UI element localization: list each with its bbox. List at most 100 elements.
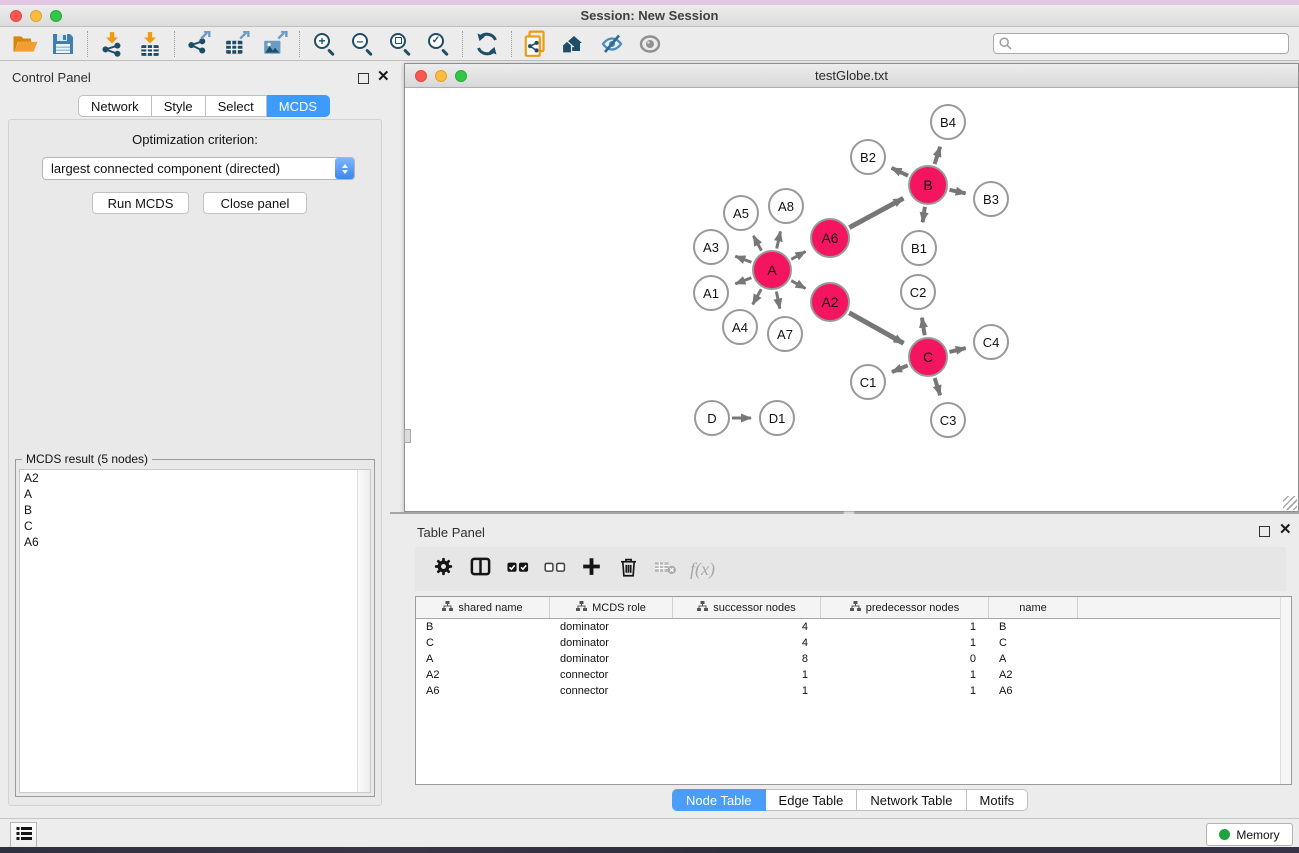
save-session-button[interactable] xyxy=(44,29,82,59)
graph-edge-A-A8[interactable] xyxy=(777,231,781,248)
graph-node-A7[interactable]: A7 xyxy=(767,316,803,352)
network-canvas[interactable]: A A1 A2 A3 A4 A5 A6 A7 A8 B B1 B2 B3 B4 C C1 C2 C3 C4 D D1 xyxy=(405,89,1298,511)
column-header-successor-nodes[interactable]: successor nodes xyxy=(673,597,821,618)
run-mcds-button[interactable]: Run MCDS xyxy=(92,192,189,214)
function-builder-button[interactable]: f(x) xyxy=(690,559,715,580)
node-table[interactable]: shared nameMCDS rolesuccessor nodesprede… xyxy=(415,596,1292,785)
graph-node-A1[interactable]: A1 xyxy=(693,275,729,311)
graph-edge-A-A6[interactable] xyxy=(791,252,805,260)
split-columns-button[interactable] xyxy=(462,551,499,587)
import-table-button[interactable] xyxy=(131,29,169,59)
hide-graphics-details-button[interactable] xyxy=(593,29,631,59)
table-row[interactable]: Cdominator41C xyxy=(416,635,1291,651)
open-session-button[interactable] xyxy=(6,29,44,59)
refresh-layout-button[interactable] xyxy=(468,29,506,59)
import-network-button[interactable] xyxy=(93,29,131,59)
graph-node-A4[interactable]: A4 xyxy=(722,309,758,345)
graph-edge-B-B4[interactable] xyxy=(935,147,940,164)
graph-node-C4[interactable]: C4 xyxy=(973,324,1009,360)
mcds-result-item[interactable]: C xyxy=(20,518,370,534)
criterion-dropdown[interactable]: largest connected component (directed) xyxy=(42,157,355,180)
graph-node-C1[interactable]: C1 xyxy=(850,364,886,400)
mcds-result-list[interactable]: A2ABCA6 xyxy=(19,469,371,793)
graph-node-A2[interactable]: A2 xyxy=(810,282,850,322)
zoom-in-button[interactable]: + xyxy=(305,29,343,59)
graph-edge-B-B2[interactable] xyxy=(892,168,909,176)
table-row[interactable]: A2connector11A2 xyxy=(416,667,1291,683)
table-row[interactable]: Adominator80A xyxy=(416,651,1291,667)
tab-network-table[interactable]: Network Table xyxy=(857,789,966,811)
mcds-result-item[interactable]: A2 xyxy=(20,470,370,486)
graph-edge-A-A4[interactable] xyxy=(753,289,762,304)
graph-node-A[interactable]: A xyxy=(752,250,792,290)
graph-node-B2[interactable]: B2 xyxy=(850,139,886,175)
tab-network[interactable]: Network xyxy=(78,95,152,117)
tab-motifs[interactable]: Motifs xyxy=(967,789,1029,811)
deselect-all-button[interactable] xyxy=(536,551,573,587)
export-table-button[interactable] xyxy=(218,29,256,59)
close-panel-icon[interactable]: ✕ xyxy=(377,69,390,84)
network-from-file-button[interactable] xyxy=(517,29,555,59)
tab-select[interactable]: Select xyxy=(206,95,267,117)
graph-node-B4[interactable]: B4 xyxy=(930,104,966,140)
graph-node-A3[interactable]: A3 xyxy=(693,229,729,265)
mcds-result-item[interactable]: B xyxy=(20,502,370,518)
export-image-button[interactable] xyxy=(256,29,294,59)
mcds-result-item[interactable]: A xyxy=(20,486,370,502)
tab-style[interactable]: Style xyxy=(152,95,206,117)
graph-edge-B-B3[interactable] xyxy=(949,190,965,194)
graph-edge-C-C3[interactable] xyxy=(935,378,940,395)
add-column-button[interactable] xyxy=(573,551,610,587)
mcds-result-item[interactable]: A6 xyxy=(20,534,370,550)
scrollbar-track[interactable] xyxy=(357,470,370,792)
graph-node-A8[interactable]: A8 xyxy=(768,188,804,224)
graph-edge-A6-B[interactable] xyxy=(849,198,903,227)
graph-edge-A-A5[interactable] xyxy=(753,236,761,251)
select-all-button[interactable] xyxy=(499,551,536,587)
column-header-name[interactable]: name xyxy=(989,597,1078,618)
show-graphics-details-button[interactable] xyxy=(631,29,669,59)
zoom-out-button[interactable]: – xyxy=(343,29,381,59)
graph-edge-C-C2[interactable] xyxy=(922,318,925,336)
graph-node-C2[interactable]: C2 xyxy=(900,274,936,310)
search-input[interactable] xyxy=(993,33,1289,54)
home-button[interactable] xyxy=(555,29,593,59)
delete-columns-button[interactable] xyxy=(610,551,647,587)
graph-edge-A-A2[interactable] xyxy=(791,281,805,289)
close-panel-icon[interactable]: ✕ xyxy=(1279,522,1292,537)
tab-mcds[interactable]: MCDS xyxy=(267,95,330,117)
graph-node-A5[interactable]: A5 xyxy=(723,195,759,231)
column-header-MCDS-role[interactable]: MCDS role xyxy=(550,597,673,618)
splitter-handle[interactable] xyxy=(404,429,411,443)
tab-edge-table[interactable]: Edge Table xyxy=(766,789,858,811)
graph-edge-A2-C[interactable] xyxy=(849,313,903,344)
graph-node-C[interactable]: C xyxy=(908,337,948,377)
scrollbar-track[interactable] xyxy=(1280,597,1291,784)
memory-button[interactable]: Memory xyxy=(1206,823,1293,846)
graph-node-B[interactable]: B xyxy=(908,165,948,205)
graph-edge-A-A7[interactable] xyxy=(776,292,779,309)
graph-node-A6[interactable]: A6 xyxy=(810,218,850,258)
float-panel-icon[interactable] xyxy=(358,73,369,84)
float-panel-icon[interactable] xyxy=(1259,526,1270,537)
graph-node-D[interactable]: D xyxy=(694,400,730,436)
graph-node-B1[interactable]: B1 xyxy=(901,230,937,266)
graph-edge-A-A3[interactable] xyxy=(735,256,751,262)
graph-node-B3[interactable]: B3 xyxy=(973,181,1009,217)
zoom-selected-button[interactable]: ✓ xyxy=(419,29,457,59)
graph-node-D1[interactable]: D1 xyxy=(759,400,795,436)
delete-table-button[interactable] xyxy=(647,551,684,587)
table-row[interactable]: A6connector11A6 xyxy=(416,683,1291,699)
graph-edge-C-C1[interactable] xyxy=(892,365,908,372)
close-panel-button[interactable]: Close panel xyxy=(203,192,307,214)
graph-edge-A-A1[interactable] xyxy=(735,278,751,284)
task-history-button[interactable] xyxy=(10,822,37,849)
graph-node-C3[interactable]: C3 xyxy=(930,402,966,438)
graph-edge-C-C4[interactable] xyxy=(949,348,965,352)
table-options-button[interactable] xyxy=(425,551,462,587)
graph-edge-B-B1[interactable] xyxy=(923,207,925,222)
window-resize-grip[interactable] xyxy=(1283,496,1297,510)
zoom-fit-button[interactable] xyxy=(381,29,419,59)
column-header-shared-name[interactable]: shared name xyxy=(416,597,550,618)
column-header-predecessor-nodes[interactable]: predecessor nodes xyxy=(821,597,989,618)
